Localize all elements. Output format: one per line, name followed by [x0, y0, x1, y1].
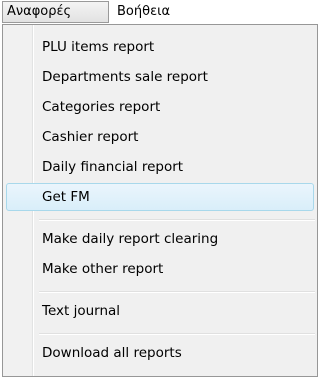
menu-item-make-other-report[interactable]: Make other report: [6, 255, 314, 283]
menu-item-plu-items-report[interactable]: PLU items report: [6, 33, 314, 61]
menu-reports[interactable]: Αναφορές: [2, 1, 109, 23]
menu-separator: [39, 219, 315, 221]
menu-separator: [39, 333, 315, 335]
menu-item-text-journal[interactable]: Text journal: [6, 297, 314, 325]
menu-item-categories-report[interactable]: Categories report: [6, 93, 314, 121]
menu-item-download-all-reports[interactable]: Download all reports: [6, 339, 314, 367]
menu-bar: Αναφορές Βοήθεια: [0, 0, 320, 24]
menu-help[interactable]: Βοήθεια: [112, 1, 175, 23]
menu-separator: [39, 291, 315, 293]
menu-item-daily-financial-report[interactable]: Daily financial report: [6, 153, 314, 181]
menu-item-departments-sale-report[interactable]: Departments sale report: [6, 63, 314, 91]
menu-item-get-fm[interactable]: Get FM: [6, 183, 314, 211]
menu-item-make-daily-report-clearing[interactable]: Make daily report clearing: [6, 225, 314, 253]
reports-dropdown-menu: PLU items report Departments sale report…: [2, 24, 318, 377]
menu-item-cashier-report[interactable]: Cashier report: [6, 123, 314, 151]
